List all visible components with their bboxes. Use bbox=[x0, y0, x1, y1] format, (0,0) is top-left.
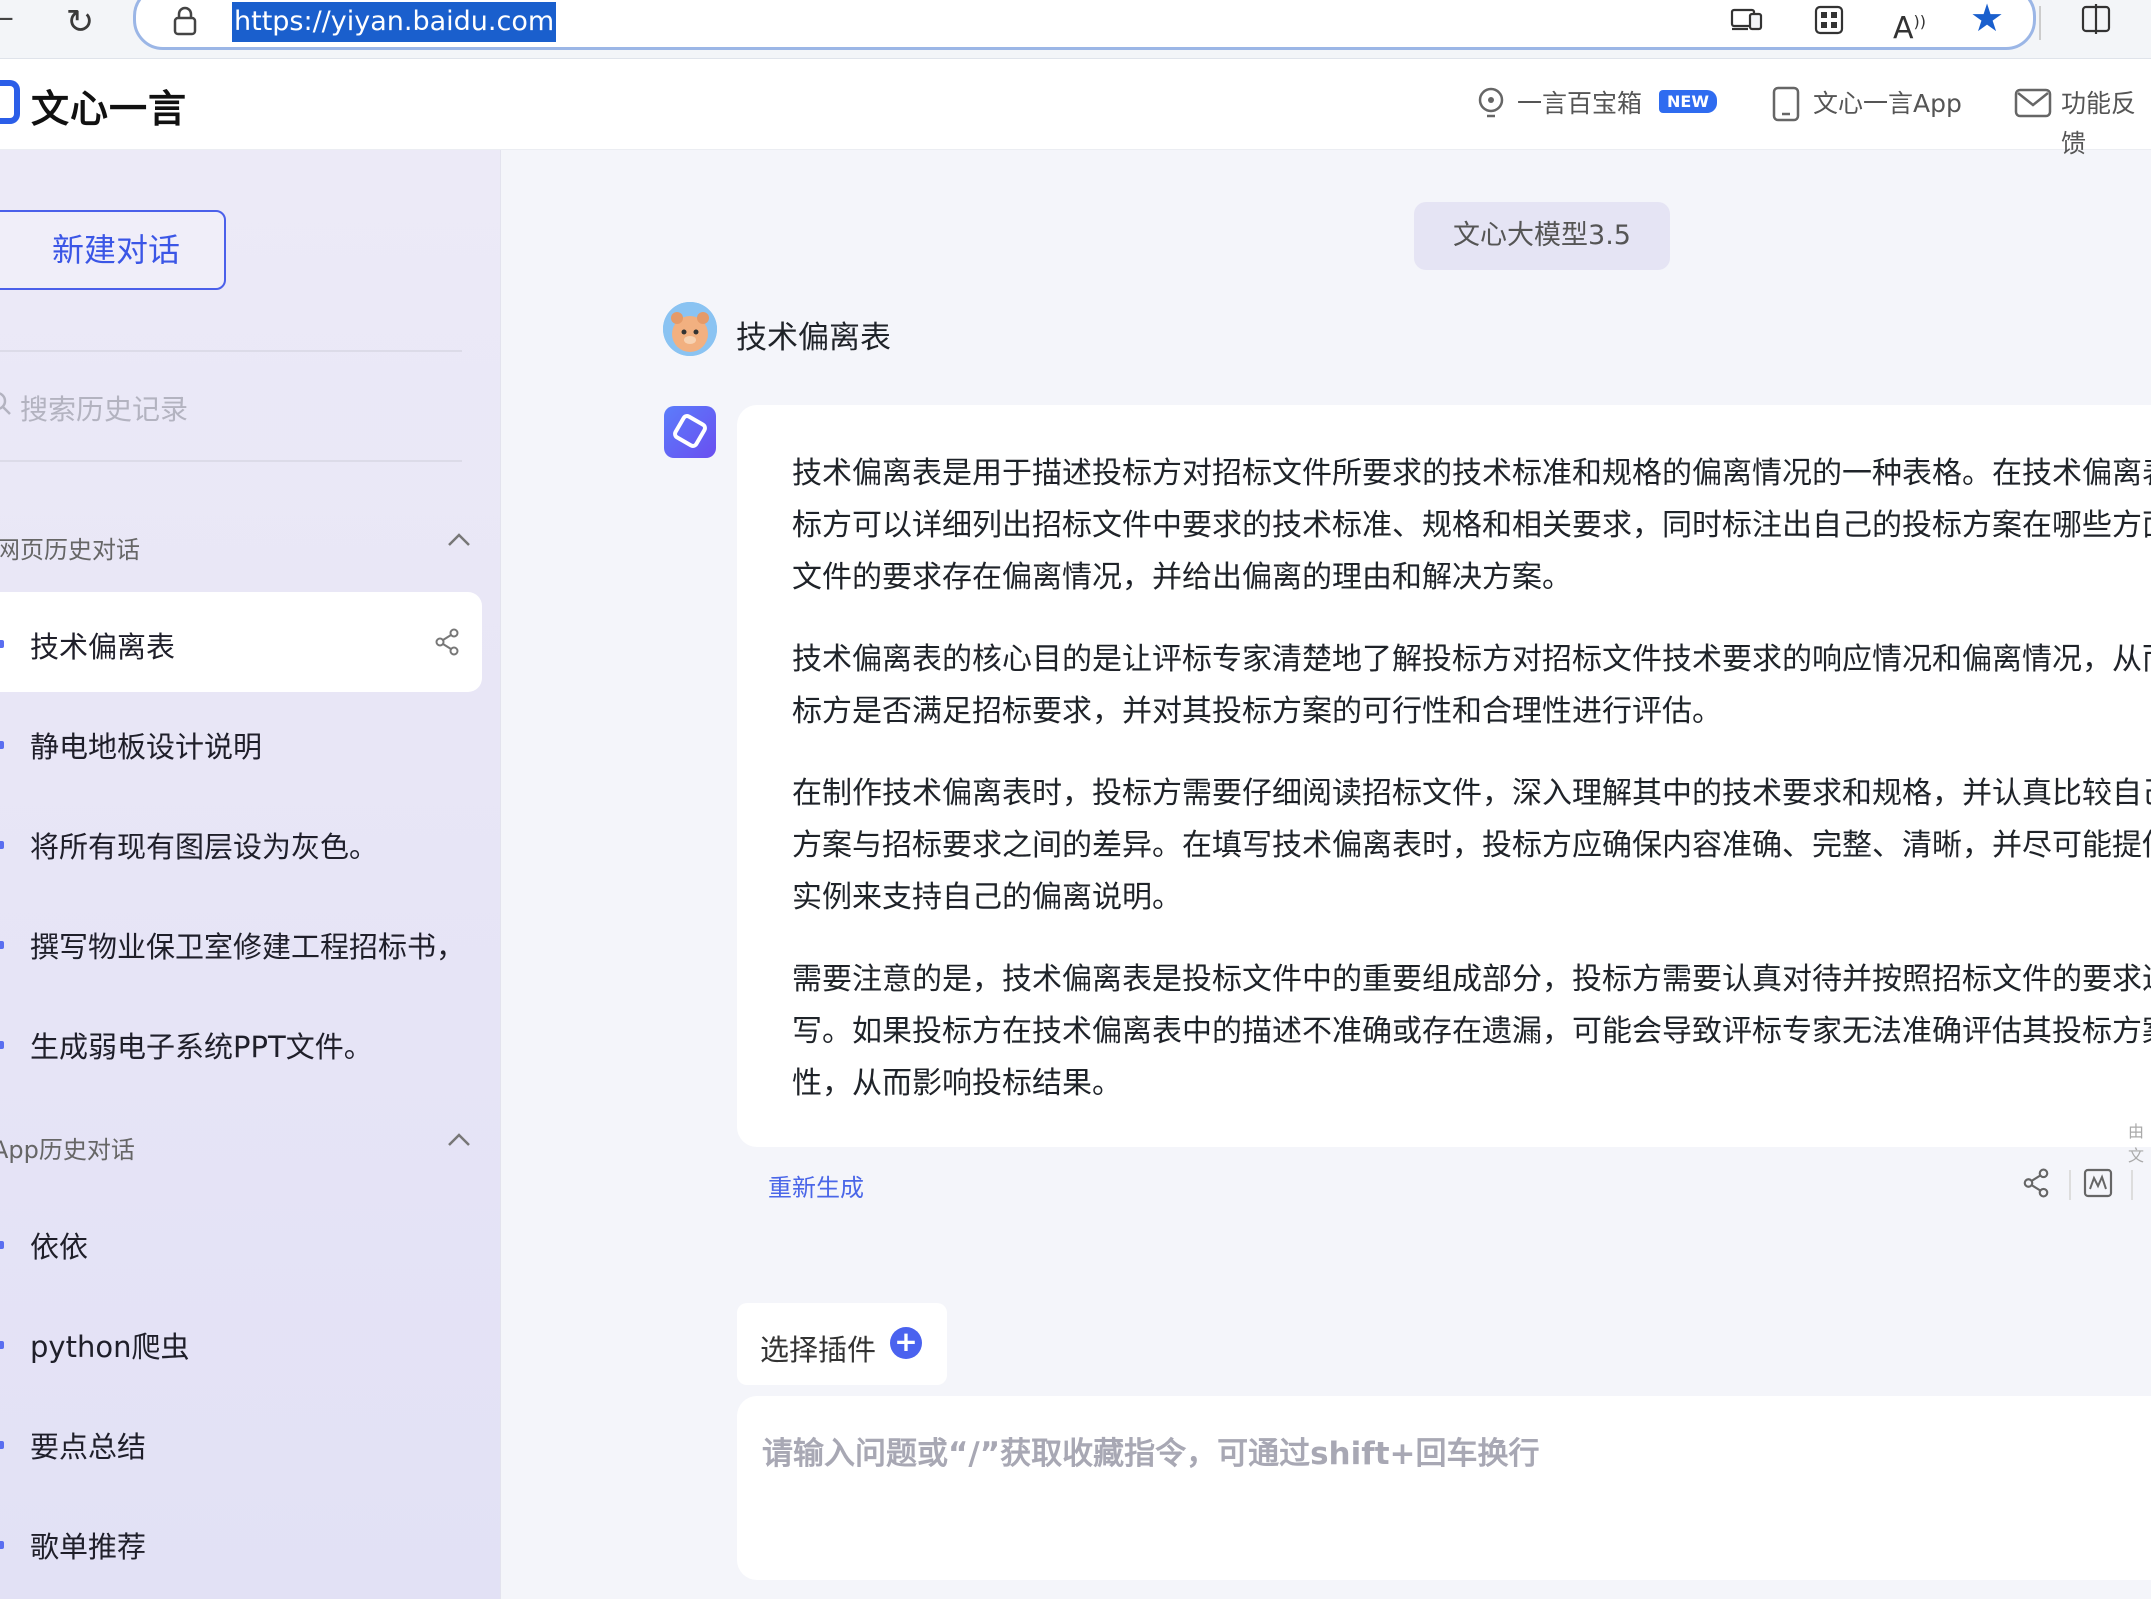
answer-line: 在制作技术偏离表时，投标方需要仔细阅读招标文件，深入理解其中的技术要求和规格，并… bbox=[792, 776, 2151, 811]
action-divider bbox=[2069, 1170, 2071, 1200]
mail-icon bbox=[2014, 88, 2052, 122]
read-aloud-icon[interactable]: A)) bbox=[1893, 4, 1926, 47]
apps-icon[interactable] bbox=[1813, 4, 1845, 45]
back-arrow-icon[interactable]: ← bbox=[0, 4, 14, 34]
device-icon[interactable] bbox=[1730, 4, 1764, 43]
history-item[interactable]: python爬虫 bbox=[30, 1324, 189, 1366]
favorite-star-icon[interactable]: ★ bbox=[1970, 0, 2004, 37]
url-text[interactable]: https://yiyan.baidu.com bbox=[232, 2, 557, 42]
chat-icon bbox=[0, 1241, 4, 1249]
nav-feedback[interactable]: 功能反馈 bbox=[2061, 84, 2151, 164]
nav-baibaoxiang[interactable]: 一言百宝箱 bbox=[1517, 84, 1642, 124]
divider bbox=[0, 350, 462, 352]
new-chat-button[interactable]: 新建对话 bbox=[0, 210, 226, 290]
regenerate-button[interactable]: 重新生成 bbox=[768, 1168, 864, 1203]
answer-line: 标方是否满足招标要求，并对其投标方案的可行性和合理性进行评估。 bbox=[792, 694, 1722, 729]
answer-line: 文件的要求存在偏离情况，并给出偏离的理由和解决方案。 bbox=[792, 560, 1572, 595]
chat-icon bbox=[0, 741, 4, 749]
history-item[interactable]: 静电地板设计说明 bbox=[30, 724, 262, 766]
phone-icon bbox=[1771, 86, 1801, 126]
sidebar bbox=[0, 150, 501, 1599]
logo-icon bbox=[0, 80, 20, 124]
history-item[interactable]: 技术偏离表 bbox=[30, 624, 175, 666]
answer-line: 技术偏离表是用于描述投标方对招标文件所要求的技术标准和规格的偏离情况的一种表格。… bbox=[792, 456, 2151, 491]
user-message: 技术偏离表 bbox=[736, 320, 891, 356]
divider bbox=[0, 460, 462, 462]
section-web-history: 网页历史对话 bbox=[0, 536, 140, 564]
nav-app[interactable]: 文心一言App bbox=[1813, 84, 1962, 124]
chart-icon[interactable] bbox=[2083, 1168, 2113, 1206]
history-item[interactable]: 歌单推荐 bbox=[30, 1524, 146, 1566]
lock-icon[interactable] bbox=[172, 6, 198, 43]
chat-icon bbox=[0, 640, 4, 648]
chat-icon bbox=[0, 1541, 4, 1549]
history-item[interactable]: 要点总结 bbox=[30, 1424, 146, 1466]
answer-line: 方案与招标要求之间的差异。在填写技术偏离表时，投标方应确保内容准确、完整、清晰，… bbox=[792, 828, 2151, 863]
chevron-up-icon[interactable] bbox=[446, 526, 472, 556]
plugin-label[interactable]: 选择插件 bbox=[760, 1327, 876, 1369]
share-icon[interactable] bbox=[2022, 1168, 2050, 1206]
search-icon bbox=[0, 390, 12, 423]
new-badge: NEW bbox=[1659, 90, 1717, 113]
site-logo[interactable]: 文心一言 bbox=[31, 78, 187, 133]
answer-line: 性，从而影响投标结果。 bbox=[792, 1066, 1122, 1101]
action-divider bbox=[2131, 1170, 2133, 1200]
share-icon[interactable] bbox=[434, 628, 460, 660]
chat-icon bbox=[0, 941, 4, 949]
reload-icon[interactable]: ↻ bbox=[58, 2, 102, 46]
search-history-input[interactable]: 搜索历史记录 bbox=[20, 388, 188, 428]
add-plugin-icon[interactable]: + bbox=[890, 1327, 922, 1359]
chat-input-placeholder[interactable]: 请输入问题或“/”获取收藏指令，可通过shift+回车换行 bbox=[762, 1428, 1540, 1473]
user-avatar bbox=[663, 302, 717, 356]
answer-line: 需要注意的是，技术偏离表是投标文件中的重要组成部分，投标方需要认真对待并按照招标… bbox=[792, 962, 2151, 997]
chat-icon bbox=[0, 1441, 4, 1449]
history-item[interactable]: 将所有现有图层设为灰色。 bbox=[30, 824, 378, 866]
history-item[interactable]: 依依 bbox=[30, 1224, 88, 1266]
bulb-icon bbox=[1474, 86, 1508, 126]
model-selector[interactable]: 文心大模型3.5 bbox=[1414, 202, 1670, 270]
answer-line: 技术偏离表的核心目的是让评标专家清楚地了解投标方对招标文件技术要求的响应情况和偏… bbox=[792, 642, 2151, 677]
chat-icon bbox=[0, 1041, 4, 1049]
history-item[interactable]: 撰写物业保卫室修建工程招标书， bbox=[30, 924, 465, 966]
split-screen-icon[interactable] bbox=[2080, 4, 2112, 43]
answer-line: 实例来支持自己的偏离说明。 bbox=[792, 880, 1182, 915]
toolbar-divider bbox=[2039, 6, 2041, 40]
chat-icon bbox=[0, 1341, 4, 1349]
chat-input[interactable] bbox=[737, 1396, 2151, 1580]
generated-note: 由文 bbox=[2128, 1122, 2145, 1165]
answer-line: 写。如果投标方在技术偏离表中的描述不准确或存在遗漏，可能会导致评标专家无法准确评… bbox=[792, 1014, 2151, 1049]
section-app-history: App历史对话 bbox=[0, 1136, 135, 1164]
chat-icon bbox=[0, 841, 4, 849]
chevron-up-icon[interactable] bbox=[446, 1126, 472, 1156]
history-item[interactable]: 生成弱电子系统PPT文件。 bbox=[30, 1024, 373, 1066]
answer-line: 标方可以详细列出招标文件中要求的技术标准、规格和相关要求，同时标注出自己的投标方… bbox=[792, 508, 2151, 543]
